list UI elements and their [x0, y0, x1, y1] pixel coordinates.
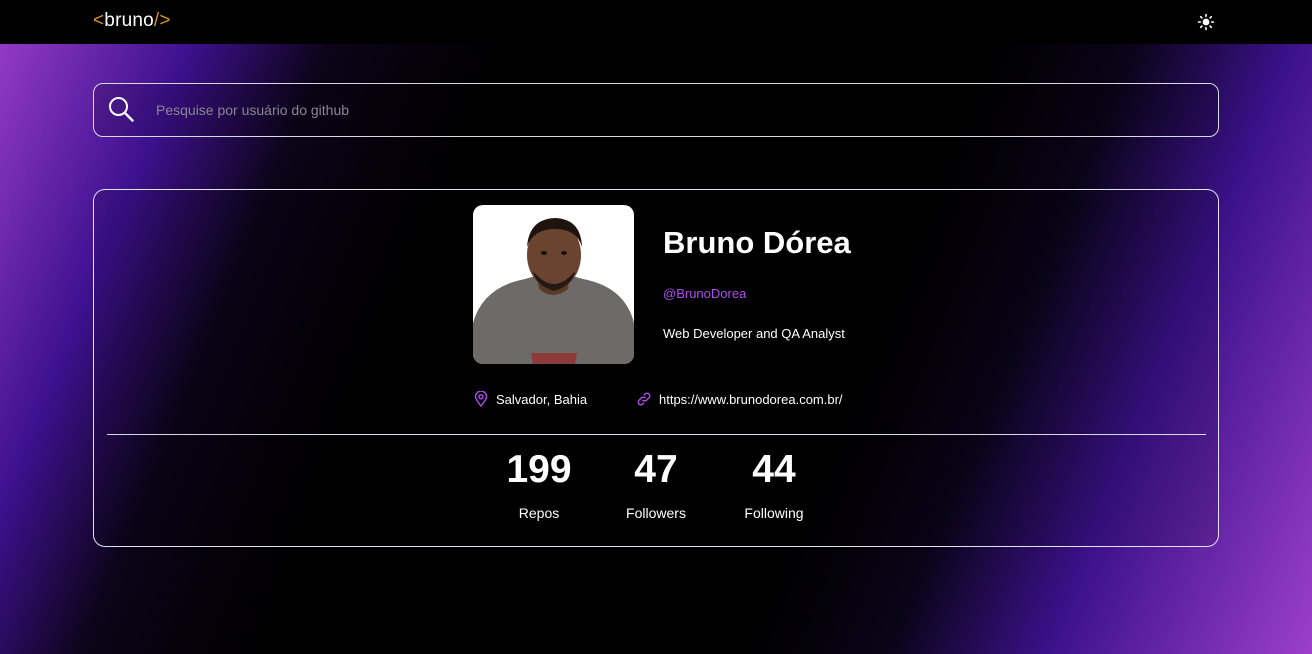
profile-name: Bruno Dórea [663, 225, 851, 260]
logo-open-bracket: < [93, 10, 105, 31]
stat-value: 47 [634, 448, 678, 491]
sun-icon [1197, 13, 1215, 31]
website-text: https://www.brunodorea.com.br/ [659, 391, 843, 407]
search-input[interactable] [156, 84, 1206, 136]
location: Salvador, Bahia [474, 389, 587, 409]
theme-toggle-button[interactable] [1197, 13, 1215, 31]
stat-label: Followers [626, 505, 686, 521]
logo[interactable]: <bruno/> [93, 10, 171, 32]
stat-repos: 199 Repos [494, 448, 584, 521]
link-icon [637, 392, 651, 406]
map-pin-icon [474, 391, 488, 407]
top-bar: <bruno/> [0, 0, 1312, 44]
avatar [473, 205, 634, 364]
stat-value: 44 [752, 448, 796, 491]
website-link[interactable]: https://www.brunodorea.com.br/ [636, 389, 843, 409]
logo-name: bruno [104, 10, 154, 31]
stat-followers: 47 Followers [611, 448, 701, 521]
profile-card: Bruno Dórea @BrunoDorea Web Developer an… [93, 189, 1219, 547]
username-link[interactable]: @BrunoDorea [663, 286, 746, 301]
stat-label: Repos [518, 505, 560, 521]
stat-following: 44 Following [729, 448, 819, 521]
divider [107, 434, 1206, 435]
search-icon[interactable] [107, 95, 135, 123]
search-bar [93, 83, 1219, 137]
profile-bio: Web Developer and QA Analyst [663, 326, 845, 341]
stat-label: Following [744, 505, 804, 521]
logo-close-bracket: /> [153, 10, 171, 31]
location-text: Salvador, Bahia [496, 391, 588, 407]
stat-value: 199 [506, 448, 572, 491]
